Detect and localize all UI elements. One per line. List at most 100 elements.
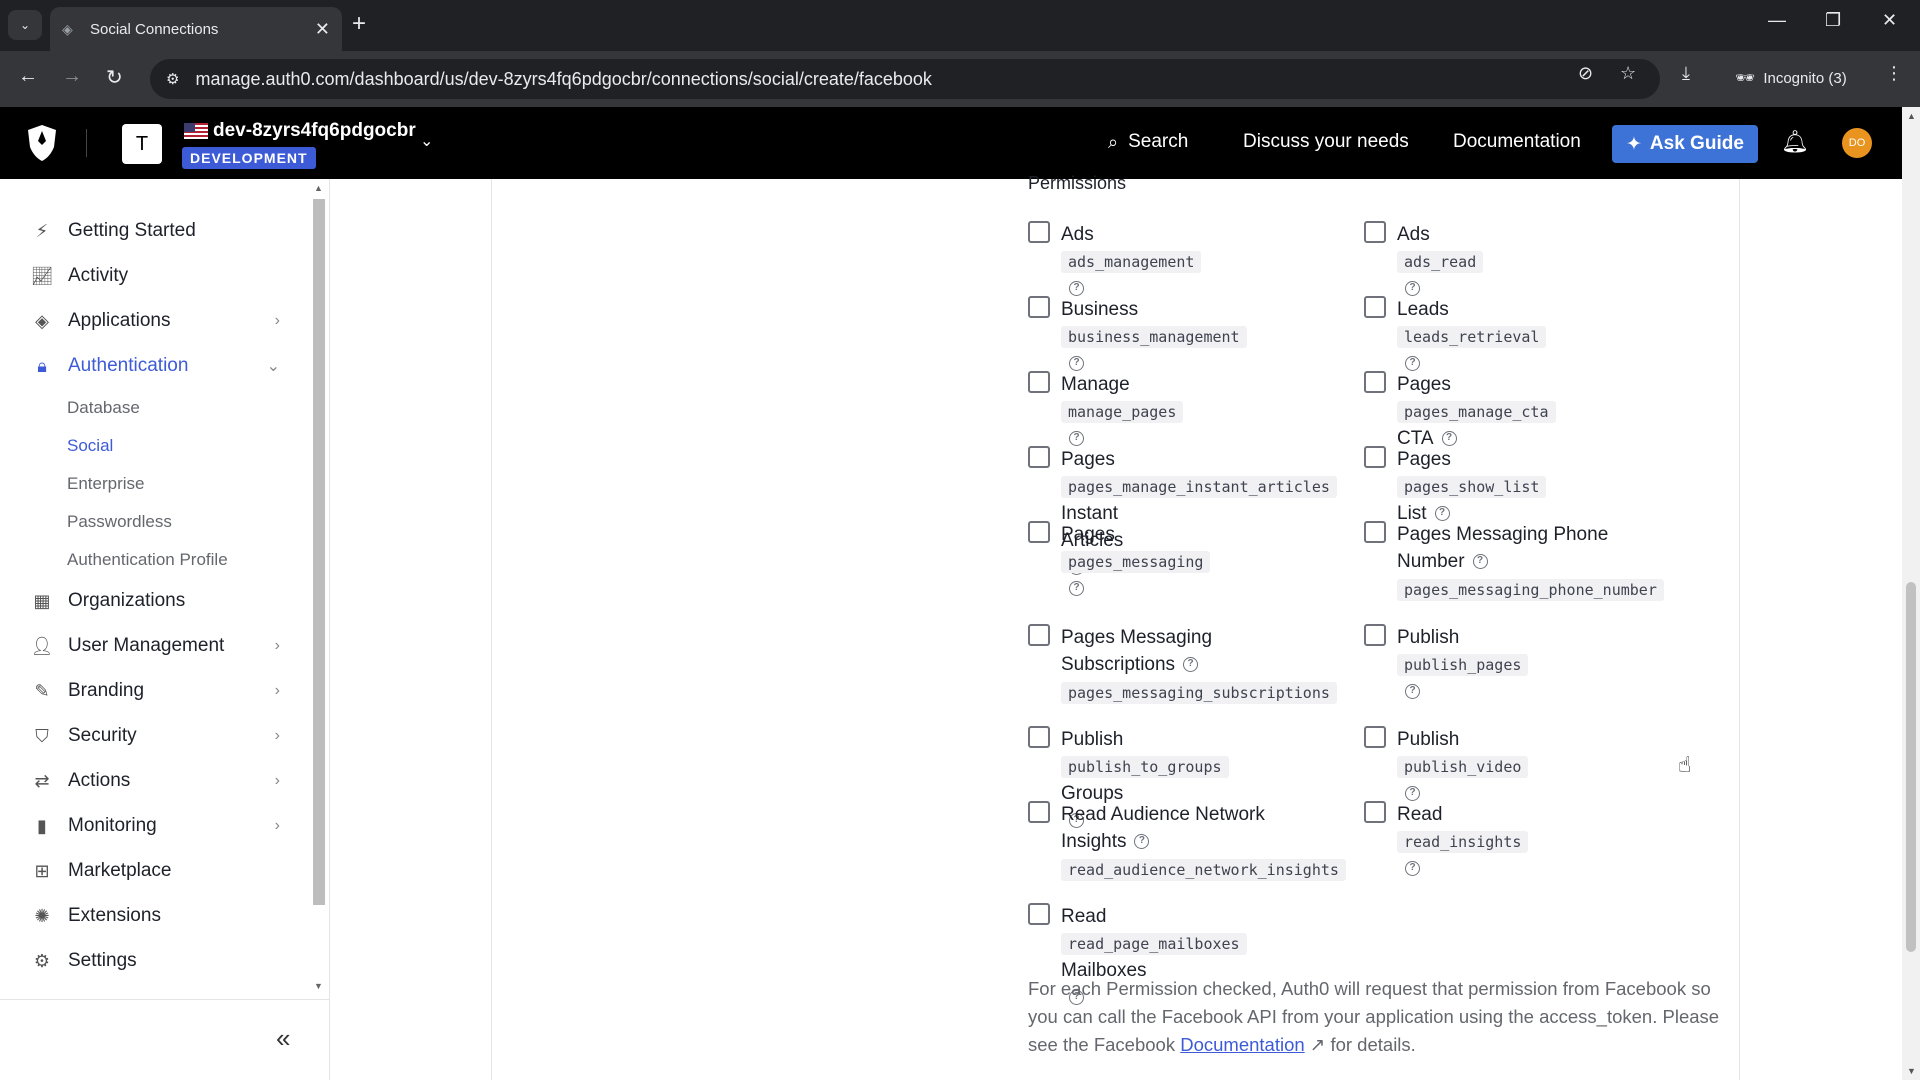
ask-guide-button[interactable]: ✦ Ask Guide [1612, 125, 1758, 163]
page-scrollbar[interactable]: ▲ ▼ [1902, 107, 1920, 1080]
sidebar-subitem-database[interactable]: Database [67, 398, 140, 418]
sidebar-item-label: Marketplace [68, 860, 172, 881]
sidebar-item-label: Security [68, 725, 137, 746]
eye-off-icon[interactable]: ⊘ [1578, 63, 1593, 84]
tenant-chevron-down-icon[interactable]: ⌄ [420, 131, 433, 151]
browser-toolbar: ← → ↻ ⚙ manage.auth0.com/dashboard/us/de… [0, 51, 1920, 107]
sidebar-scroll-up-icon[interactable]: ▲ [314, 183, 323, 193]
tenant-name[interactable]: dev-8zyrs4fq6pdgocbr [213, 120, 416, 142]
discuss-needs-link[interactable]: Discuss your needs [1243, 131, 1409, 153]
permission-checkbox[interactable] [1364, 726, 1386, 748]
search-button[interactable]: ⌕ Search [1108, 131, 1188, 153]
help-icon[interactable]: ? [1441, 431, 1457, 447]
permission-code: pages_show_list [1397, 476, 1547, 498]
sidebar-item-settings[interactable]: ⚙ Settings [30, 945, 280, 977]
sidebar-item-applications[interactable]: ◈ Applications › [30, 305, 280, 337]
permission-checkbox[interactable] [1364, 521, 1386, 543]
scroll-up-icon[interactable]: ▲ [1907, 111, 1916, 121]
search-label: Search [1128, 131, 1189, 152]
bookmark-star-icon[interactable]: ☆ [1620, 63, 1636, 84]
permission-checkbox[interactable] [1364, 296, 1386, 318]
permission-checkbox[interactable] [1028, 903, 1050, 925]
sidebar-item-branding[interactable]: ✎ Branding › [30, 675, 280, 707]
minimize-icon[interactable]: — [1768, 10, 1786, 31]
sidebar-scroll-down-icon[interactable]: ▼ [314, 981, 323, 991]
browser-tab-bar: ⌄ ◈ Social Connections ✕ + — ❐ ✕ [0, 0, 1920, 51]
permission-checkbox[interactable] [1028, 296, 1050, 318]
help-icon[interactable]: ? [1405, 281, 1420, 297]
page-scrollbar-thumb[interactable] [1906, 582, 1916, 952]
help-icon[interactable]: ? [1183, 657, 1199, 673]
help-icon[interactable]: ? [1069, 431, 1084, 447]
environment-badge: DEVELOPMENT [182, 147, 316, 169]
user-avatar[interactable]: DO [1842, 128, 1872, 158]
new-tab-button[interactable]: + [352, 12, 366, 36]
permission-checkbox[interactable] [1364, 446, 1386, 468]
browser-tab[interactable]: ◈ Social Connections ✕ [50, 7, 342, 51]
help-icon[interactable]: ? [1472, 554, 1488, 570]
sidebar-subitem-authentication-profile[interactable]: Authentication Profile [67, 550, 228, 570]
permission-checkbox[interactable] [1028, 221, 1050, 243]
permission-checkbox[interactable] [1364, 801, 1386, 823]
sidebar-item-monitoring[interactable]: ▮ Monitoring › [30, 810, 280, 842]
tenant-avatar[interactable]: T [122, 124, 162, 164]
window-close-icon[interactable]: ✕ [1882, 10, 1897, 31]
permission-checkbox[interactable] [1028, 371, 1050, 393]
help-icon[interactable]: ? [1434, 506, 1450, 522]
permission-code: leads_retrieval [1397, 326, 1547, 348]
documentation-link[interactable]: Documentation [1453, 131, 1581, 153]
tab-search-button[interactable]: ⌄ [8, 10, 42, 40]
permission-checkbox[interactable] [1028, 624, 1050, 646]
help-icon[interactable]: ? [1405, 356, 1420, 372]
notifications-bell-icon[interactable]: 🔔︎ [1781, 129, 1809, 155]
help-icon[interactable]: ? [1069, 281, 1084, 297]
permission-checkbox[interactable] [1028, 446, 1050, 468]
permission-checkbox[interactable] [1364, 624, 1386, 646]
permission-label: Pages Messaging Phone Number [1397, 524, 1609, 572]
permission-checkbox[interactable] [1364, 221, 1386, 243]
collapse-sidebar-icon[interactable]: « [276, 1025, 290, 1051]
sidebar-subitem-social[interactable]: Social [67, 436, 113, 456]
sidebar-item-getting-started[interactable]: ⚡︎ Getting Started [30, 215, 280, 247]
reload-icon[interactable]: ↻ [106, 65, 123, 90]
back-icon[interactable]: ← [18, 65, 38, 88]
auth0-logo-icon[interactable] [22, 123, 62, 163]
site-info-icon[interactable]: ⚙ [166, 70, 179, 88]
tab-favicon-icon: ◈ [62, 21, 73, 37]
restore-icon[interactable]: ❐ [1825, 10, 1841, 31]
facebook-documentation-link[interactable]: Documentation [1180, 1034, 1304, 1055]
sidebar-item-organizations[interactable]: ▦ Organizations [30, 585, 280, 617]
sidebar-item-label: Activity [68, 265, 129, 286]
help-icon[interactable]: ? [1134, 834, 1150, 850]
address-bar[interactable]: ⚙ manage.auth0.com/dashboard/us/dev-8zyr… [150, 59, 1660, 99]
tab-close-icon[interactable]: ✕ [315, 19, 330, 40]
permission-checkbox[interactable] [1028, 521, 1050, 543]
help-icon[interactable]: ? [1069, 581, 1084, 597]
sidebar-item-activity[interactable]: 📈︎ Activity [30, 260, 280, 292]
sidebar-scrollbar-thumb[interactable] [313, 199, 325, 905]
help-icon[interactable]: ? [1405, 786, 1420, 802]
permission-checkbox[interactable] [1028, 726, 1050, 748]
sidebar-item-actions[interactable]: ⇄ Actions › [30, 765, 280, 797]
incognito-indicator[interactable]: 🕶 Incognito (3) [1735, 58, 1847, 98]
permission-code: pages_manage_cta [1397, 401, 1556, 423]
permission-checkbox[interactable] [1364, 371, 1386, 393]
sidebar-item-authentication[interactable]: 🔒︎ Authentication ⌄ [30, 350, 280, 382]
help-icon[interactable]: ? [1069, 356, 1084, 372]
sidebar-item-extensions[interactable]: ✺ Extensions [30, 900, 280, 932]
forward-icon[interactable]: → [62, 65, 82, 88]
sidebar-item-marketplace[interactable]: ⊞ Marketplace [30, 855, 280, 887]
sidebar-item-user-management[interactable]: 👤︎ User Management › [30, 630, 280, 662]
browser-menu-icon[interactable]: ⋮ [1885, 63, 1903, 84]
permission-checkbox[interactable] [1028, 801, 1050, 823]
sidebar-subitem-passwordless[interactable]: Passwordless [67, 512, 172, 532]
sidebar-subitem-enterprise[interactable]: Enterprise [67, 474, 144, 494]
help-icon[interactable]: ? [1405, 861, 1420, 877]
help-icon[interactable]: ? [1405, 684, 1420, 700]
flow-icon: ⇄ [34, 770, 50, 791]
sidebar-item-security[interactable]: ⛉ Security › [30, 720, 280, 752]
scroll-down-icon[interactable]: ▼ [1907, 1066, 1916, 1076]
download-icon[interactable]: ⤓ [1682, 63, 1690, 84]
ask-guide-label: Ask Guide [1649, 133, 1744, 154]
sidebar-scrollbar[interactable]: ▲ ▼ [310, 183, 328, 993]
